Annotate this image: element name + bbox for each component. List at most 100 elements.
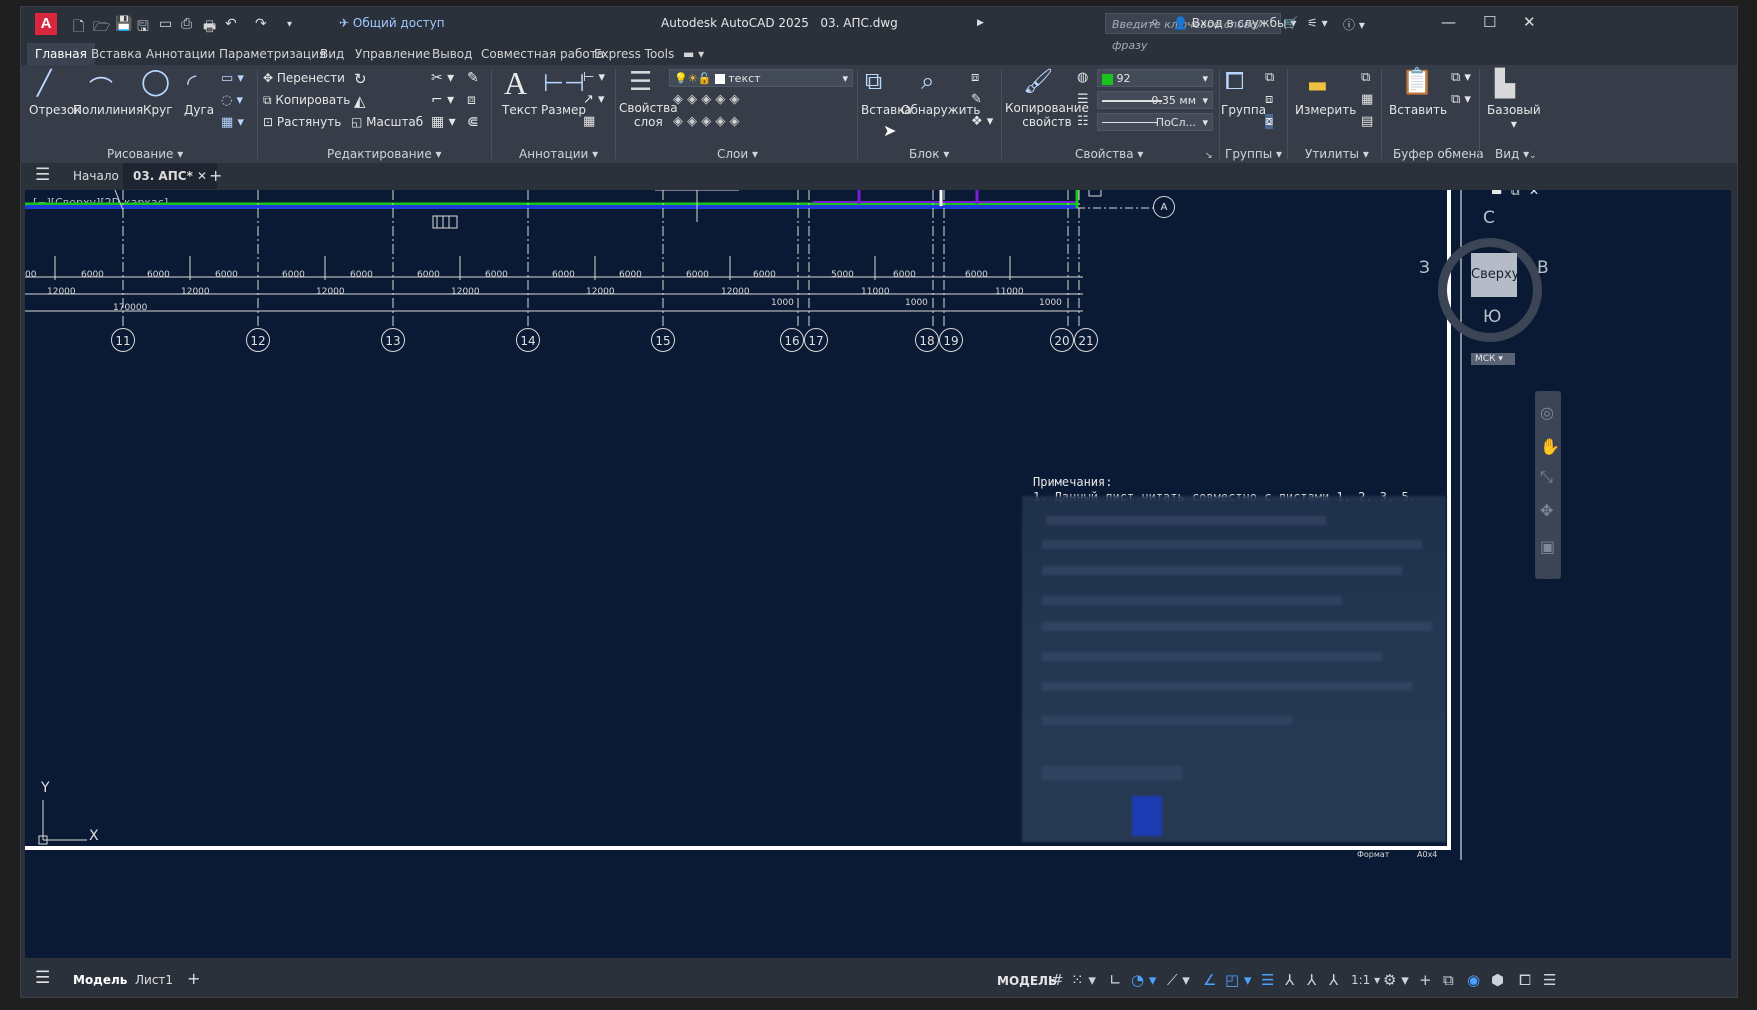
ribbon-state-icon[interactable]: ▬ ▾ <box>683 47 704 61</box>
tab-view[interactable]: Вид <box>320 47 344 61</box>
new-file-icon[interactable]: 🗋 <box>73 16 84 40</box>
modify-panel-label[interactable]: Редактирование ▾ <box>327 147 442 161</box>
ungroup-icon[interactable]: ⧉ <box>1265 70 1274 85</box>
units-icon[interactable]: ⧉ <box>1443 971 1454 989</box>
viewport-close-icon[interactable]: ✕ <box>1529 190 1539 198</box>
explode-icon[interactable]: ⧈ <box>467 92 476 108</box>
steering-wheel-icon[interactable]: ◎ <box>1540 403 1554 422</box>
cut-icon[interactable]: ⧉ ▾ <box>1451 70 1471 85</box>
scale-button[interactable]: ◱ Масштаб <box>351 115 423 129</box>
compass-north[interactable]: С <box>1483 208 1495 228</box>
layer-properties-button[interactable]: Свойства слоя <box>619 101 678 129</box>
zoom-extents-icon[interactable]: ⤡ <box>1540 467 1553 487</box>
isolate-objects-icon[interactable]: ◉ <box>1467 971 1480 989</box>
doc-tab-start[interactable]: Начало <box>73 169 119 183</box>
calculator-icon[interactable]: ▦ <box>1361 92 1373 107</box>
tab-insert[interactable]: Вставка <box>91 47 142 61</box>
annotation-monitor-icon[interactable]: + <box>1419 971 1432 989</box>
annotation-scale-icon[interactable]: ⅄ <box>1329 971 1338 989</box>
print-icon[interactable]: 🖶 <box>203 16 216 40</box>
clean-screen-icon[interactable]: ⧠ <box>1519 971 1531 989</box>
annotation-panel-label[interactable]: Аннотации ▾ <box>519 147 598 161</box>
fillet-icon[interactable]: ⌐ ▾ <box>431 92 454 108</box>
close-tab-icon[interactable]: ✕ <box>197 169 207 183</box>
tab-annotate[interactable]: Аннотации <box>146 47 215 61</box>
ortho-icon[interactable]: ∟ <box>1109 971 1122 989</box>
publish-icon[interactable]: ⎙ <box>181 16 192 32</box>
properties-panel-label[interactable]: Свойства ▾ <box>1075 147 1143 161</box>
doc-tab-current[interactable]: 03. АПС* ✕ <box>123 163 218 189</box>
add-layout-button[interactable]: + <box>187 969 200 988</box>
layers-panel-label[interactable]: Слои ▾ <box>717 147 758 161</box>
save-icon[interactable]: 💾 <box>115 16 132 32</box>
cart-icon[interactable]: 🛒 <box>1283 16 1298 30</box>
linetype-dropdown[interactable]: ПоСл... ▾ <box>1097 113 1213 131</box>
layer-tools-row-2[interactable]: ◈ ◈ ◈ ◈ ◈ <box>673 114 740 129</box>
group-select-icon[interactable]: ⧇ <box>1265 114 1274 129</box>
trim-icon[interactable]: ✂ ▾ <box>431 70 454 86</box>
new-tab-button[interactable]: + <box>209 166 222 185</box>
tab-collaborate[interactable]: Совместная работа <box>481 47 604 61</box>
layer-tools-row-1[interactable]: ◈ ◈ ◈ ◈ ◈ <box>673 92 740 107</box>
compass-west[interactable]: З <box>1419 258 1430 278</box>
tab-manage[interactable]: Управление <box>355 47 430 61</box>
offset-icon[interactable]: ⋐ <box>467 114 479 130</box>
block-panel-label[interactable]: Блок ▾ <box>909 147 949 161</box>
ribbon-minimize-icon[interactable]: ⌄ <box>1529 151 1537 161</box>
customize-qat-icon[interactable]: ▾ <box>287 19 292 30</box>
close-button[interactable]: ✕ <box>1523 13 1536 31</box>
measure-button[interactable]: Измерить <box>1295 103 1356 117</box>
polar-tracking-icon[interactable]: ◔ ▾ <box>1131 971 1156 989</box>
groups-panel-label[interactable]: Группы ▾ <box>1225 147 1282 161</box>
table-icon[interactable]: ▦ <box>583 114 595 129</box>
snap-icon[interactable]: ⁙ ▾ <box>1071 971 1096 989</box>
viewcube-face-top[interactable]: Сверху <box>1471 253 1519 297</box>
quick-select-icon[interactable]: ⧉ <box>1361 70 1370 85</box>
tab-home[interactable]: Главная <box>27 43 95 65</box>
color-dropdown[interactable]: 92 ▾ <box>1097 69 1213 87</box>
viewport-restore-icon[interactable]: ⧉ <box>1511 190 1520 199</box>
object-snap-tracking-icon[interactable]: ∠ <box>1203 971 1216 989</box>
wcs-menu[interactable]: МСК ▾ <box>1471 353 1515 365</box>
search-icon[interactable]: ⌕ <box>1151 14 1159 30</box>
array-icon[interactable]: ▦ ▾ <box>431 114 456 130</box>
id-point-icon[interactable]: ▤ <box>1361 114 1373 129</box>
minimize-button[interactable]: — <box>1441 13 1456 31</box>
share-button[interactable]: ✈ Общий доступ <box>339 16 445 30</box>
detect-button[interactable]: Обнаружить <box>901 103 980 117</box>
lineweight-dropdown[interactable]: 0.35 мм ▾ <box>1097 91 1213 109</box>
group-button[interactable]: Группа <box>1221 103 1266 117</box>
rotate-icon[interactable]: ↻ <box>354 70 367 88</box>
autocad-logo[interactable]: A <box>35 13 57 35</box>
copy-button[interactable]: ⧉ Копировать <box>263 93 350 108</box>
move-button[interactable]: ✥ Перенести <box>263 71 345 85</box>
arc-button[interactable]: Дуга <box>184 103 214 117</box>
tab-model[interactable]: Модель <box>73 973 127 987</box>
tab-express-tools[interactable]: Express Tools <box>594 47 674 61</box>
create-block-icon[interactable]: ⧈ <box>971 70 979 85</box>
base-view-button[interactable]: Базовый ▾ <box>1487 103 1541 131</box>
maximize-button[interactable]: ☐ <box>1483 13 1496 31</box>
tab-sheet1[interactable]: Лист1 <box>135 973 173 987</box>
lineweight-toggle-icon[interactable]: ☰ <box>1261 971 1274 989</box>
paste-button[interactable]: Вставить <box>1389 103 1447 117</box>
redo-icon[interactable]: ↷ <box>255 16 267 32</box>
customization-icon[interactable]: ☰ <box>1543 971 1556 989</box>
viewport-minimize-icon[interactable]: ▬ <box>1491 190 1502 198</box>
mirror-icon[interactable]: ◭ <box>354 92 366 110</box>
circle-button[interactable]: Круг <box>143 103 173 117</box>
app-menu-icon[interactable]: ☰ <box>35 165 50 185</box>
rectangle-icon[interactable]: ▭ ▾ <box>221 71 244 86</box>
save-as-icon[interactable]: 🖫 <box>137 16 149 40</box>
model-space-toggle[interactable]: МОДЕЛЬ <box>997 974 1057 988</box>
stretch-button[interactable]: ⊡ Растянуть <box>263 115 341 129</box>
layout-menu-icon[interactable]: ☰ <box>35 968 50 988</box>
web-mobile-icon[interactable]: ▭ <box>159 16 172 32</box>
signin-button[interactable]: 👤 Вход в службы ▾ <box>1173 16 1296 30</box>
copy-clip-icon[interactable]: ⧉ ▾ <box>1451 92 1471 107</box>
object-snap-icon[interactable]: ◰ ▾ <box>1225 971 1251 989</box>
workspace-gear-icon[interactable]: ⚙ ▾ <box>1383 971 1409 989</box>
clipboard-panel-label[interactable]: Буфер обмена <box>1393 147 1484 161</box>
expand-search-icon[interactable]: ▶ <box>977 18 984 28</box>
attribute-icon[interactable]: ❖ ▾ <box>971 114 993 129</box>
